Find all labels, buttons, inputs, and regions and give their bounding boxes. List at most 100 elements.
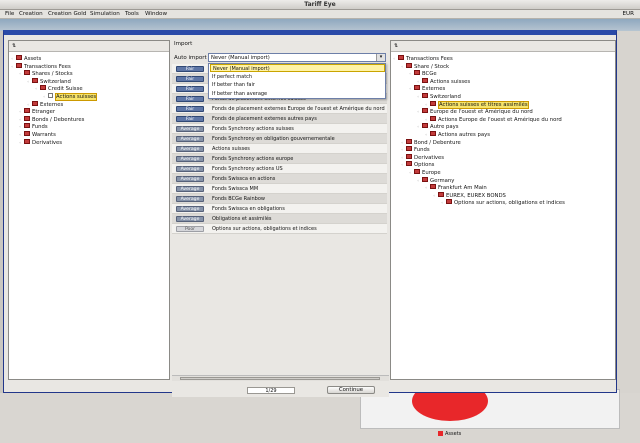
import-row-label: Fonds Swissca MM xyxy=(212,186,259,192)
menu-creation-gold[interactable]: Creation Gold xyxy=(48,11,86,17)
tree-node-label: BCGe xyxy=(422,71,437,78)
import-row-label: Fonds de placement externes Europe de l'… xyxy=(212,106,385,112)
match-quality-badge: Average xyxy=(176,206,204,212)
import-row[interactable]: Poor Options sur actions, obligations et … xyxy=(172,224,387,234)
target-tree-node[interactable]: ◦ Options xyxy=(401,161,434,168)
import-row[interactable]: Average Fonds Swissca en obligations xyxy=(172,204,387,214)
dropdown-option[interactable]: If better than fair xyxy=(210,81,385,89)
folder-icon xyxy=(430,100,436,106)
menu-creation[interactable]: Creation xyxy=(19,11,43,17)
import-row-label: Options sur actions, obligations et indi… xyxy=(212,226,317,232)
folder-icon xyxy=(398,55,404,60)
target-tree-node[interactable]: ◦ Europe de l'ouest et Amérique du nord xyxy=(417,108,533,115)
chart-legend: Assets xyxy=(438,431,461,437)
source-tree-node[interactable]: ◦ Transactions Fees xyxy=(11,62,71,70)
tree-node-label: EUREX, EUREX BONDS xyxy=(446,192,506,199)
legend-swatch xyxy=(438,431,443,436)
tree-node-label: Shares / Stocks xyxy=(32,71,73,78)
page-counter: 1/29 xyxy=(247,387,295,394)
tree-node-label: Transactions Fees xyxy=(24,63,71,70)
target-tree-node[interactable]: ◦ Actions Europe de l'ouest et Amérique d… xyxy=(425,115,562,123)
import-row[interactable]: Average Fonds BCGe Rainbow xyxy=(172,194,387,204)
currency-indicator[interactable]: EUR xyxy=(622,11,634,17)
target-tree-node[interactable]: ◦ Switzerland xyxy=(417,93,461,100)
import-row[interactable]: Average Fonds Synchrony actions suisses xyxy=(172,124,387,134)
target-tree-node[interactable]: ◦ Funds xyxy=(401,146,430,153)
import-row-label: Fonds BCGe Rainbow xyxy=(212,196,265,202)
folder-icon xyxy=(406,62,412,68)
target-tree-node[interactable]: ◦ BCGe xyxy=(409,70,437,77)
folder-icon xyxy=(24,115,30,121)
import-row[interactable]: Average Fonds Swissca en actions xyxy=(172,174,387,184)
source-tree-node[interactable]: ◦ Externes xyxy=(27,100,63,108)
continue-button[interactable]: Continue xyxy=(327,386,375,394)
folder-icon xyxy=(422,176,428,182)
menu-window[interactable]: Window xyxy=(145,11,167,17)
folder-icon xyxy=(40,85,46,91)
expand-all-icon[interactable]: ⇅ xyxy=(12,43,21,51)
source-tree-node[interactable]: ◦ Actions suisses xyxy=(43,93,98,101)
auto-import-dropdown: Never (Manual import) If perfect match If … xyxy=(208,63,386,99)
tree-node-label: Switzerland xyxy=(40,78,71,85)
tree-node-label: Derivatives xyxy=(32,139,63,146)
target-tree-node[interactable]: ◦ Options sur actions, obligations et ind… xyxy=(441,199,565,206)
window-title: Tariff Eye xyxy=(304,1,336,8)
tree-node-label: Germany xyxy=(430,177,455,184)
target-tree-node[interactable]: ◦ Actions suisses et titres assimilés xyxy=(425,100,529,109)
menu-bar: File Creation Creation Gold Simulation T… xyxy=(0,10,640,19)
tree-node-label: Assets xyxy=(24,56,42,62)
match-quality-badge: Average xyxy=(176,136,204,142)
dropdown-option[interactable]: If better than average xyxy=(210,90,385,98)
source-tree-node[interactable]: ◦ Credit Suisse xyxy=(35,85,83,92)
expand-all-icon[interactable]: ⇅ xyxy=(394,43,403,51)
import-row[interactable]: Average Actions suisses xyxy=(172,144,387,154)
source-tree-header: ⇅ xyxy=(9,41,169,52)
folder-icon xyxy=(16,62,22,68)
source-tree-node[interactable]: ◦ Funds xyxy=(19,123,48,130)
auto-import-select[interactable]: Never (Manual import) ▾ xyxy=(208,53,386,62)
import-row[interactable]: Fair Fonds de placement externes autres p… xyxy=(172,114,387,124)
dropdown-option[interactable]: If perfect match xyxy=(210,73,385,81)
dropdown-option[interactable]: Never (Manual import) xyxy=(210,64,385,72)
target-tree-node[interactable]: ◦ Germany xyxy=(417,176,455,184)
target-tree-node[interactable]: ◦ Frankfurt Am Main xyxy=(425,184,487,191)
source-tree-node[interactable]: ◦ Etranger xyxy=(19,108,55,115)
chevron-down-icon[interactable]: ▾ xyxy=(376,54,385,61)
target-tree-node[interactable]: ◦ Actions autres pays xyxy=(425,131,490,138)
menu-simulation[interactable]: Simulation xyxy=(90,11,120,17)
import-row[interactable]: Average Obligations et assimilés xyxy=(172,214,387,224)
import-row[interactable]: Fair Fonds de placement externes Europe d… xyxy=(172,104,387,114)
match-quality-badge: Fair xyxy=(176,76,204,82)
tree-node-label: Actions suisses xyxy=(430,78,471,85)
source-tree-node[interactable]: ◦ Switzerland xyxy=(27,77,71,85)
import-row[interactable]: Average Fonds Synchrony actions europe xyxy=(172,154,387,164)
target-tree-node[interactable]: ◦ Actions suisses xyxy=(417,77,471,85)
source-tree-node[interactable]: ◦ Derivatives xyxy=(19,138,63,146)
import-row[interactable]: Average Fonds Swissca MM xyxy=(172,184,387,194)
source-tree-node[interactable]: ◦ Warrants xyxy=(19,131,56,138)
target-tree-node[interactable]: ◦ Share / Stock xyxy=(401,62,449,70)
target-tree-node[interactable]: ◦ Bond / Debenture xyxy=(401,138,461,146)
target-tree-node[interactable]: ◦ EUREX, EUREX BONDS xyxy=(433,191,506,199)
target-tree-node[interactable]: ◦ Europe xyxy=(409,169,441,176)
target-tree-node[interactable]: ◦ Externes xyxy=(409,85,445,92)
folder-icon xyxy=(406,146,412,152)
match-quality-badge: Average xyxy=(176,126,204,132)
import-row[interactable]: Average Fonds Synchrony actions US xyxy=(172,164,387,174)
source-tree-node[interactable]: ◦ Shares / Stocks xyxy=(19,70,73,77)
menu-file[interactable]: File xyxy=(5,11,14,17)
match-quality-badge: Fair xyxy=(176,66,204,72)
scrollbar-thumb[interactable] xyxy=(180,377,380,380)
target-tree-node[interactable]: ◦ Transactions Fees xyxy=(393,55,453,62)
folder-icon xyxy=(32,77,38,83)
target-tree-node[interactable]: ◦ Derivatives xyxy=(401,153,444,161)
import-dialog: ⇅ ◦ Assets ◦ Transactions Fees ◦ Shares / Sto… xyxy=(3,30,617,397)
source-tree-node[interactable]: ◦ Bonds / Debentures xyxy=(19,115,84,123)
menu-tools[interactable]: Tools xyxy=(125,11,139,17)
target-tree-node[interactable]: ◦ Autre pays xyxy=(417,123,459,130)
import-row[interactable]: Average Fonds Synchrony en obligation gou… xyxy=(172,134,387,144)
source-tree-node[interactable]: ◦ Assets xyxy=(11,55,41,62)
folder-icon xyxy=(422,108,428,114)
horizontal-scrollbar[interactable] xyxy=(172,375,389,381)
folder-icon xyxy=(24,108,30,114)
